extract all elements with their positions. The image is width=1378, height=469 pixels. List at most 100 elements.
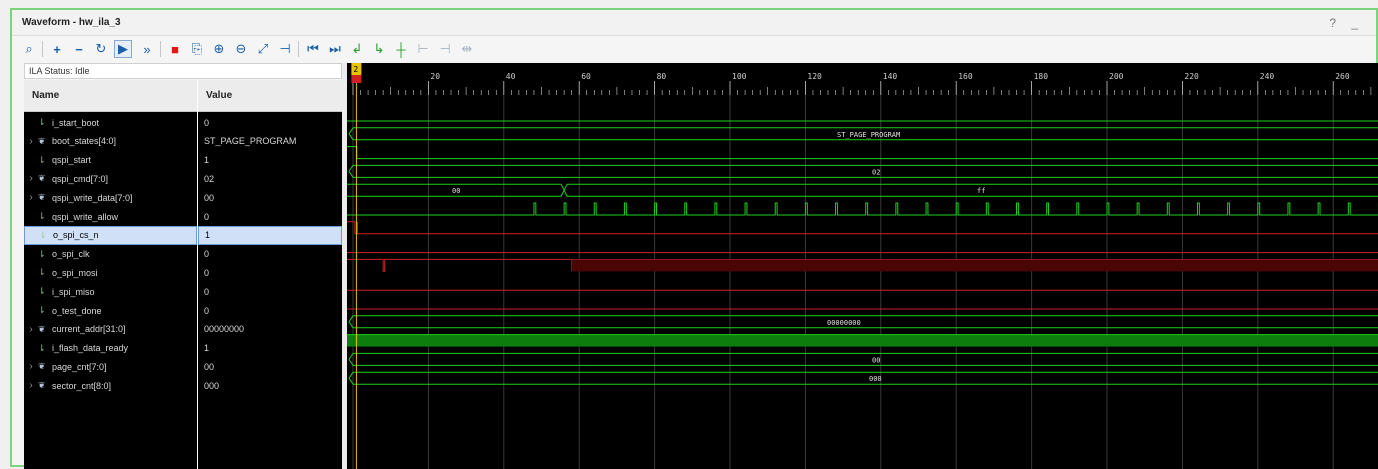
ruler-label: 40 [506, 72, 516, 81]
bus-signal-icon: ❦ [38, 192, 46, 203]
signal-row[interactable]: › ❦ page_cnt[7:0] [24, 357, 197, 376]
bus-value-label: ff [977, 187, 985, 195]
wire-signal-icon: ⇂ [39, 229, 47, 240]
signal-row[interactable]: ⇂ o_spi_clk [24, 245, 197, 264]
zoom-fit-icon[interactable]: ⤢ [254, 40, 272, 58]
run-icon[interactable]: ▶ [114, 40, 132, 58]
signal-row[interactable]: ⇂ o_test_done [24, 301, 197, 320]
signal-value[interactable]: 000 [198, 376, 342, 395]
signal-value[interactable]: 00 [198, 357, 342, 376]
fast-forward-icon[interactable]: » [138, 40, 156, 58]
signal-value[interactable]: 1 [198, 151, 342, 170]
bus-value-label: 000 [869, 375, 882, 383]
signal-trace [347, 202, 1378, 216]
signal-name: current_addr[31:0] [52, 324, 126, 335]
signal-name: o_spi_cs_n [53, 230, 99, 241]
signal-row[interactable]: ⇂ i_spi_miso [24, 282, 197, 301]
trigger-icon[interactable]: ↻ [92, 40, 110, 58]
search-icon[interactable]: ⌕ [20, 40, 38, 58]
wire-signal-icon: ⇂ [38, 117, 46, 127]
remove-icon[interactable]: − [70, 40, 88, 58]
zoom-in-icon[interactable]: ⊕ [210, 40, 228, 58]
signal-trace [347, 146, 1378, 160]
signal-row[interactable]: ⇂ qspi_start [24, 151, 197, 170]
ruler-label: 160 [958, 72, 973, 81]
expand-chevron-icon[interactable]: › [24, 361, 38, 372]
expand-chevron-icon[interactable]: › [24, 324, 38, 335]
signal-name: boot_states[4:0] [52, 136, 117, 147]
signal-row[interactable]: ⇂ o_spi_mosi [24, 263, 197, 282]
signal-row[interactable]: ⇂ i_flash_data_ready [24, 339, 197, 358]
go-first-icon[interactable]: ⏮ [304, 40, 322, 58]
signal-name: i_flash_data_ready [52, 343, 129, 354]
name-column-header[interactable]: Name [24, 80, 197, 112]
bus-value-label: 00 [452, 187, 460, 195]
signal-value[interactable]: 0 [198, 301, 342, 320]
prev-transition-icon[interactable]: ↲ [348, 40, 366, 58]
signal-row[interactable]: ⇂ o_spi_cs_n [24, 225, 197, 245]
signal-name-column: Name ⇂ i_start_boot › ❦ boot_states[4:0] ⇂ qsp… [24, 80, 197, 469]
wire-signal-icon: ⇂ [38, 305, 46, 315]
next-transition-icon[interactable]: ↳ [370, 40, 388, 58]
signal-row[interactable]: › ❦ qspi_write_data[7:0] [24, 188, 197, 207]
signal-value[interactable]: 0 [198, 207, 342, 226]
swap-cursor-icon[interactable]: ⇹ [458, 40, 476, 58]
signal-value[interactable]: ST_PAGE_PROGRAM [198, 132, 342, 151]
signal-value[interactable]: 00 [198, 188, 342, 207]
ruler-label: 140 [883, 72, 898, 81]
expand-chevron-icon[interactable]: › [24, 136, 38, 147]
value-column-header[interactable]: Value [198, 80, 342, 112]
signal-row[interactable]: › ❦ current_addr[31:0] [24, 320, 197, 339]
expand-chevron-icon[interactable]: › [24, 192, 38, 203]
signal-name: qspi_write_allow [52, 211, 119, 222]
zoom-out-icon[interactable]: ⊖ [232, 40, 250, 58]
wire-signal-icon: ⇂ [38, 267, 46, 278]
go-last-icon[interactable]: ⏭ [326, 40, 344, 58]
prev-marker-icon[interactable]: ⊢ [414, 40, 432, 58]
signal-trace [347, 258, 573, 272]
window-title: Waveform - hw_ila_3 [22, 17, 121, 28]
bus-value-label: 02 [872, 168, 880, 176]
add-icon[interactable]: + [48, 40, 66, 58]
wire-signal-icon: ⇂ [38, 248, 46, 259]
marker-label: 2 [353, 65, 358, 74]
expand-chevron-icon[interactable]: › [24, 173, 38, 184]
signal-value[interactable]: 0 [198, 245, 342, 264]
signal-value[interactable]: 1 [198, 225, 342, 245]
ruler-label: 80 [657, 72, 667, 81]
signal-name: o_spi_clk [52, 249, 90, 260]
signal-value[interactable]: 0 [198, 282, 342, 301]
stop-icon[interactable]: ■ [166, 40, 184, 58]
signal-row[interactable]: › ❦ sector_cnt[8:0] [24, 376, 197, 395]
signal-value[interactable]: 0 [198, 113, 342, 132]
signal-row[interactable]: › ❦ qspi_cmd[7:0] [24, 169, 197, 188]
waveform-canvas[interactable]: 020406080100120140160180200220240260ST_P… [347, 63, 1378, 469]
bus-signal-icon: ❦ [38, 380, 46, 391]
ruler-label: 20 [430, 72, 440, 81]
signal-name: o_spi_mosi [52, 267, 98, 278]
signal-value[interactable]: 1 [198, 339, 342, 358]
expand-chevron-icon[interactable]: › [24, 380, 38, 391]
marker-icon[interactable]: ⊣ [276, 40, 294, 58]
ruler-label: 120 [807, 72, 822, 81]
signal-value[interactable]: 00000000 [198, 320, 342, 339]
add-marker-icon[interactable]: ┼ [392, 40, 410, 58]
signal-value-column: Value 0 ST_PAGE_PROGRAM 1 02 00 0 1 0 0 0 0 0000000… [197, 80, 342, 469]
signal-value[interactable]: 02 [198, 169, 342, 188]
signal-row[interactable]: ⇂ i_start_boot [24, 113, 197, 132]
next-marker-icon[interactable]: ⊣ [436, 40, 454, 58]
signal-name: sector_cnt[8:0] [52, 380, 112, 391]
signal-row[interactable]: › ❦ boot_states[4:0] [24, 132, 197, 151]
title-bar: Waveform - hw_ila_3 ? _ [12, 10, 1376, 36]
signal-row[interactable]: ⇂ qspi_write_allow [24, 207, 197, 226]
signal-name: i_spi_miso [52, 286, 95, 297]
waveform-svg[interactable]: 020406080100120140160180200220240260ST_P… [347, 63, 1378, 469]
wire-signal-icon: ⇂ [38, 286, 46, 297]
time-ruler [347, 63, 1378, 95]
signal-name: o_test_done [52, 305, 102, 316]
bus-trace [347, 183, 1378, 197]
signal-value[interactable]: 0 [198, 263, 342, 282]
window-controls[interactable]: ? _ [1329, 16, 1364, 30]
signal-name: qspi_cmd[7:0] [52, 173, 109, 184]
export-icon[interactable]: ⎘ [188, 40, 206, 58]
